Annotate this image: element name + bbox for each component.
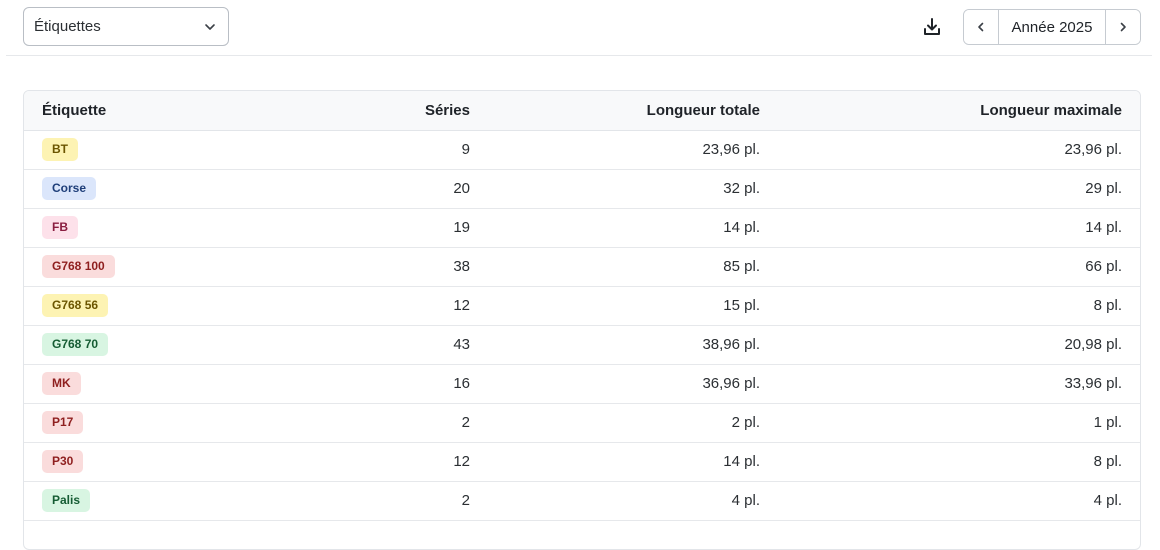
total-length-cell: 85 pl. (488, 247, 778, 287)
tag-cell: BT (24, 130, 224, 170)
total-length-cell: 23,96 pl. (488, 130, 778, 170)
max-length-cell: 29 pl. (778, 169, 1140, 209)
table-row[interactable]: G768 70 43 38,96 pl. 20,98 pl. (24, 325, 1140, 365)
table-row[interactable]: Corse 20 32 pl. 29 pl. (24, 169, 1140, 209)
total-length-cell: 14 pl. (488, 442, 778, 482)
max-length-cell: 4 pl. (778, 481, 1140, 521)
total-length-cell: 15 pl. (488, 286, 778, 326)
tag-badge[interactable]: MK (42, 372, 81, 395)
tag-filter-select[interactable]: Étiquettes (23, 7, 229, 46)
column-header-tag: Étiquette (24, 91, 224, 131)
tag-badge[interactable]: P17 (42, 411, 84, 434)
chevron-down-icon (205, 24, 215, 30)
table-row[interactable]: Palis 2 4 pl. 4 pl. (24, 481, 1140, 521)
tag-filter-value: Étiquettes (34, 18, 101, 35)
next-year-button[interactable] (1105, 10, 1140, 44)
table-row[interactable]: FB 19 14 pl. 14 pl. (24, 208, 1140, 248)
table-row[interactable]: P30 12 14 pl. 8 pl. (24, 442, 1140, 482)
series-count-cell: 20 (224, 169, 488, 209)
max-length-cell: 8 pl. (778, 286, 1140, 326)
year-navigator: Année 2025 (963, 9, 1141, 45)
tag-cell: MK (24, 364, 224, 404)
year-label: Année 2025 (1011, 18, 1093, 36)
tag-badge[interactable]: G768 56 (42, 294, 109, 317)
tag-cell: Corse (24, 169, 224, 209)
tag-cell: G768 70 (24, 325, 224, 365)
series-count-cell: 16 (224, 364, 488, 404)
max-length-cell: 1 pl. (778, 403, 1140, 443)
max-length-cell: 33,96 pl. (778, 364, 1140, 404)
table-row[interactable]: G768 100 38 85 pl. 66 pl. (24, 247, 1140, 287)
column-header-max-length: Longueur maximale (778, 91, 1140, 131)
tag-cell: Palis (24, 481, 224, 521)
max-length-cell: 20,98 pl. (778, 325, 1140, 365)
tag-cell: G768 56 (24, 286, 224, 326)
tag-badge[interactable]: FB (42, 216, 78, 239)
series-count-cell: 19 (224, 208, 488, 248)
series-count-cell: 9 (224, 130, 488, 170)
total-length-cell: 2 pl. (488, 403, 778, 443)
column-header-total-length: Longueur totale (488, 91, 778, 131)
total-length-cell: 4 pl. (488, 481, 778, 521)
series-count-cell: 43 (224, 325, 488, 365)
tag-badge[interactable]: Palis (42, 489, 91, 512)
total-length-cell: 14 pl. (488, 208, 778, 248)
tags-table: Étiquette Séries Longueur totale Longueu… (23, 90, 1141, 550)
series-count-cell: 38 (224, 247, 488, 287)
total-length-cell: 32 pl. (488, 169, 778, 209)
tag-cell: P17 (24, 403, 224, 443)
download-button[interactable] (918, 14, 946, 40)
tag-badge[interactable]: G768 100 (42, 255, 115, 278)
series-count-cell: 2 (224, 481, 488, 521)
max-length-cell: 66 pl. (778, 247, 1140, 287)
tag-cell: P30 (24, 442, 224, 482)
tag-badge[interactable]: G768 70 (42, 333, 109, 356)
total-length-cell: 38,96 pl. (488, 325, 778, 365)
table-header-row: Étiquette Séries Longueur totale Longueu… (24, 91, 1140, 131)
table-row[interactable]: BT 9 23,96 pl. 23,96 pl. (24, 130, 1140, 170)
total-length-cell: 36,96 pl. (488, 364, 778, 404)
tag-badge[interactable]: Corse (42, 177, 97, 200)
previous-year-button[interactable] (964, 10, 999, 44)
tag-cell: G768 100 (24, 247, 224, 287)
series-count-cell: 12 (224, 442, 488, 482)
chevron-right-icon (1120, 22, 1126, 32)
column-header-series: Séries (224, 91, 488, 131)
table-row[interactable]: P17 2 2 pl. 1 pl. (24, 403, 1140, 443)
max-length-cell: 23,96 pl. (778, 130, 1140, 170)
toolbar: Étiquettes Année 2025 (6, 0, 1152, 56)
download-icon (924, 18, 940, 35)
series-count-cell: 12 (224, 286, 488, 326)
tag-badge[interactable]: BT (42, 138, 78, 161)
table-row[interactable]: MK 16 36,96 pl. 33,96 pl. (24, 364, 1140, 404)
series-count-cell: 2 (224, 403, 488, 443)
tag-cell: FB (24, 208, 224, 248)
table-row[interactable]: G768 56 12 15 pl. 8 pl. (24, 286, 1140, 326)
tag-badge[interactable]: P30 (42, 450, 84, 473)
max-length-cell: 14 pl. (778, 208, 1140, 248)
max-length-cell: 8 pl. (778, 442, 1140, 482)
chevron-left-icon (978, 22, 984, 32)
